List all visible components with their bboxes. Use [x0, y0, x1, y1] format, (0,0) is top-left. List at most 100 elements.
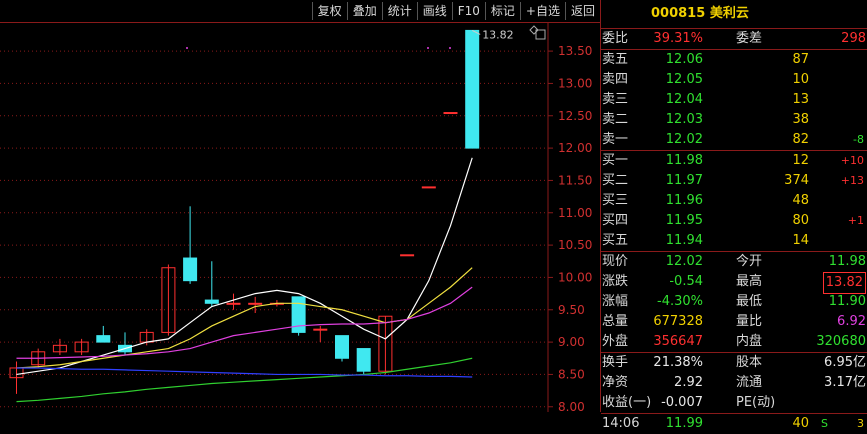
bid-book: 买一 11.98 12 +10 买二 11.97 374 +13 买三 11.96 48 买四 11.9… — [601, 150, 867, 251]
y-tick-label: 8.00 — [558, 400, 585, 412]
marker-dot — [449, 47, 451, 49]
bid-volume: 374 — [784, 173, 809, 188]
quote-panel: 000815 美利云 委比 39.31% 委差 298 卖五 12.06 87 卖四 1… — [600, 0, 867, 431]
stat-value: 12.02 — [665, 254, 703, 269]
candle-body — [465, 29, 480, 149]
toolbar-overlay-button[interactable]: 叠加 — [346, 2, 382, 20]
tick-row: 14:06 11.99 40 S 3 — [601, 413, 867, 434]
fund-value: -0.007 — [661, 395, 703, 410]
toolbar-back-button[interactable]: 返回 — [564, 2, 600, 20]
ask-volume: 38 — [792, 112, 809, 127]
ask-book: 卖五 12.06 87 卖四 12.05 10 卖三 12.04 13 卖二 12.03 38 卖一 12… — [601, 49, 867, 150]
weicha-value: 298 — [841, 31, 866, 46]
bid-price: 11.95 — [665, 213, 703, 228]
stat-row: 现价 12.02 今开 11.98 — [601, 252, 867, 272]
stat-value: -0.54 — [669, 274, 703, 289]
toolbar-fuquan-button[interactable]: 复权 — [311, 2, 347, 20]
weibi-row: 委比 39.31% 委差 298 — [601, 29, 867, 49]
high-price-label: 13.82 — [482, 28, 514, 41]
fund-label-2: 股本 — [736, 355, 763, 370]
candle-body — [356, 348, 371, 372]
bid-change: +1 — [847, 214, 864, 227]
fundamentals-block: 换手 21.38% 股本 6.95亿 净资 2.92 流通 3.17亿 收益(一) -0.007 P… — [601, 352, 867, 413]
toolbar-add-watchlist-button[interactable]: +自选 — [519, 2, 565, 20]
fundamental-row: 换手 21.38% 股本 6.95亿 — [601, 353, 867, 373]
bid-volume: 12 — [792, 153, 809, 168]
fund-value: 2.92 — [674, 375, 703, 390]
ask-price: 12.05 — [665, 72, 703, 87]
fund-value-2: 3.17亿 — [824, 375, 866, 390]
kline-chart-panel[interactable]: 复权 叠加 统计 画线 F10 标记 +自选 返回 13.50 13.00 12.5… — [0, 0, 600, 412]
stat-value-2: 11.98 — [828, 254, 866, 269]
toolbar-stats-button[interactable]: 统计 — [381, 2, 417, 20]
weicha-label: 委差 — [736, 31, 763, 46]
ask-row: 卖一 12.02 82 -8 — [601, 130, 867, 150]
ask-change: -8 — [853, 133, 864, 146]
ask-price: 12.02 — [665, 132, 703, 147]
fund-value-2: 6.95亿 — [824, 355, 866, 370]
stat-label-2: 内盘 — [736, 334, 763, 349]
stat-label-2: 最高 — [736, 274, 763, 289]
candle-body — [96, 335, 111, 343]
stat-value: 677328 — [653, 314, 703, 329]
fund-label-2: PE(动) — [736, 395, 776, 410]
candle-body — [400, 254, 415, 257]
ask-row: 卖四 12.05 10 — [601, 70, 867, 90]
toolbar-mark-button[interactable]: 标记 — [484, 2, 520, 20]
bid-volume: 48 — [792, 193, 809, 208]
bid-row: 买一 11.98 12 +10 — [601, 151, 867, 171]
ask-row: 卖三 12.04 13 — [601, 90, 867, 110]
stat-row: 外盘 356647 内盘 320680 — [601, 332, 867, 352]
bid-price: 11.96 — [665, 193, 703, 208]
stat-value-2: 13.82 — [822, 272, 866, 294]
y-tick-label: 11.50 — [558, 173, 592, 187]
marker-dot — [427, 47, 429, 49]
stat-label-2: 量比 — [736, 314, 763, 329]
tick-price: 11.99 — [665, 416, 703, 431]
stat-value: -4.30% — [657, 294, 703, 309]
fund-label-2: 流通 — [736, 375, 763, 390]
candle-body — [204, 299, 219, 304]
stock-code: 000815 — [651, 6, 706, 21]
toolbar-draw-button[interactable]: 画线 — [416, 2, 452, 20]
y-tick-label: 10.50 — [558, 238, 592, 252]
stat-label-2: 最低 — [736, 294, 763, 309]
ask-volume: 82 — [792, 132, 809, 147]
stat-value: 356647 — [653, 334, 703, 349]
candlestick-plot[interactable]: 13.50 13.00 12.50 12.00 11.50 11.00 10.50 10.00… — [0, 22, 600, 412]
bid-row: 买四 11.95 80 +1 — [601, 211, 867, 231]
fundamental-row: 收益(一) -0.007 PE(动) — [601, 393, 867, 413]
y-tick-label: 13.00 — [558, 76, 592, 90]
stat-value-2: 6.92 — [837, 314, 866, 329]
ask-row: 卖五 12.06 87 — [601, 50, 867, 70]
candle-body — [226, 302, 241, 305]
chart-toolbar: 复权 叠加 统计 画线 F10 标记 +自选 返回 — [311, 2, 600, 20]
y-tick-label: 12.50 — [558, 109, 592, 123]
y-tick-label: 11.00 — [558, 206, 592, 220]
bid-volume: 80 — [792, 213, 809, 228]
bid-price: 11.98 — [665, 153, 703, 168]
y-tick-label: 13.50 — [558, 44, 592, 58]
stat-label-2: 今开 — [736, 254, 763, 269]
stat-row: 涨跌 -0.54 最高 13.82 — [601, 272, 867, 294]
stock-header: 000815 美利云 — [601, 0, 867, 29]
ma10-line — [16, 267, 473, 369]
bid-volume: 14 — [792, 233, 809, 248]
ask-price: 12.04 — [665, 92, 703, 107]
y-tick-label: 10.00 — [558, 270, 592, 284]
bid-change: +13 — [840, 174, 864, 187]
marker-dot — [186, 47, 188, 49]
candle-body — [313, 328, 328, 331]
ask-row: 卖二 12.03 38 — [601, 110, 867, 130]
candle-body — [248, 302, 263, 305]
stat-value-2: 11.90 — [828, 294, 866, 309]
y-tick-label: 9.50 — [558, 303, 585, 317]
bid-price: 11.97 — [665, 173, 703, 188]
toolbar-f10-button[interactable]: F10 — [451, 2, 485, 20]
candle-body — [183, 257, 198, 282]
y-tick-label: 8.50 — [558, 367, 585, 381]
tick-flag: S — [821, 417, 828, 430]
ma60-line — [16, 357, 473, 403]
stat-value-2: 320680 — [816, 334, 866, 349]
ask-volume: 87 — [792, 52, 809, 67]
